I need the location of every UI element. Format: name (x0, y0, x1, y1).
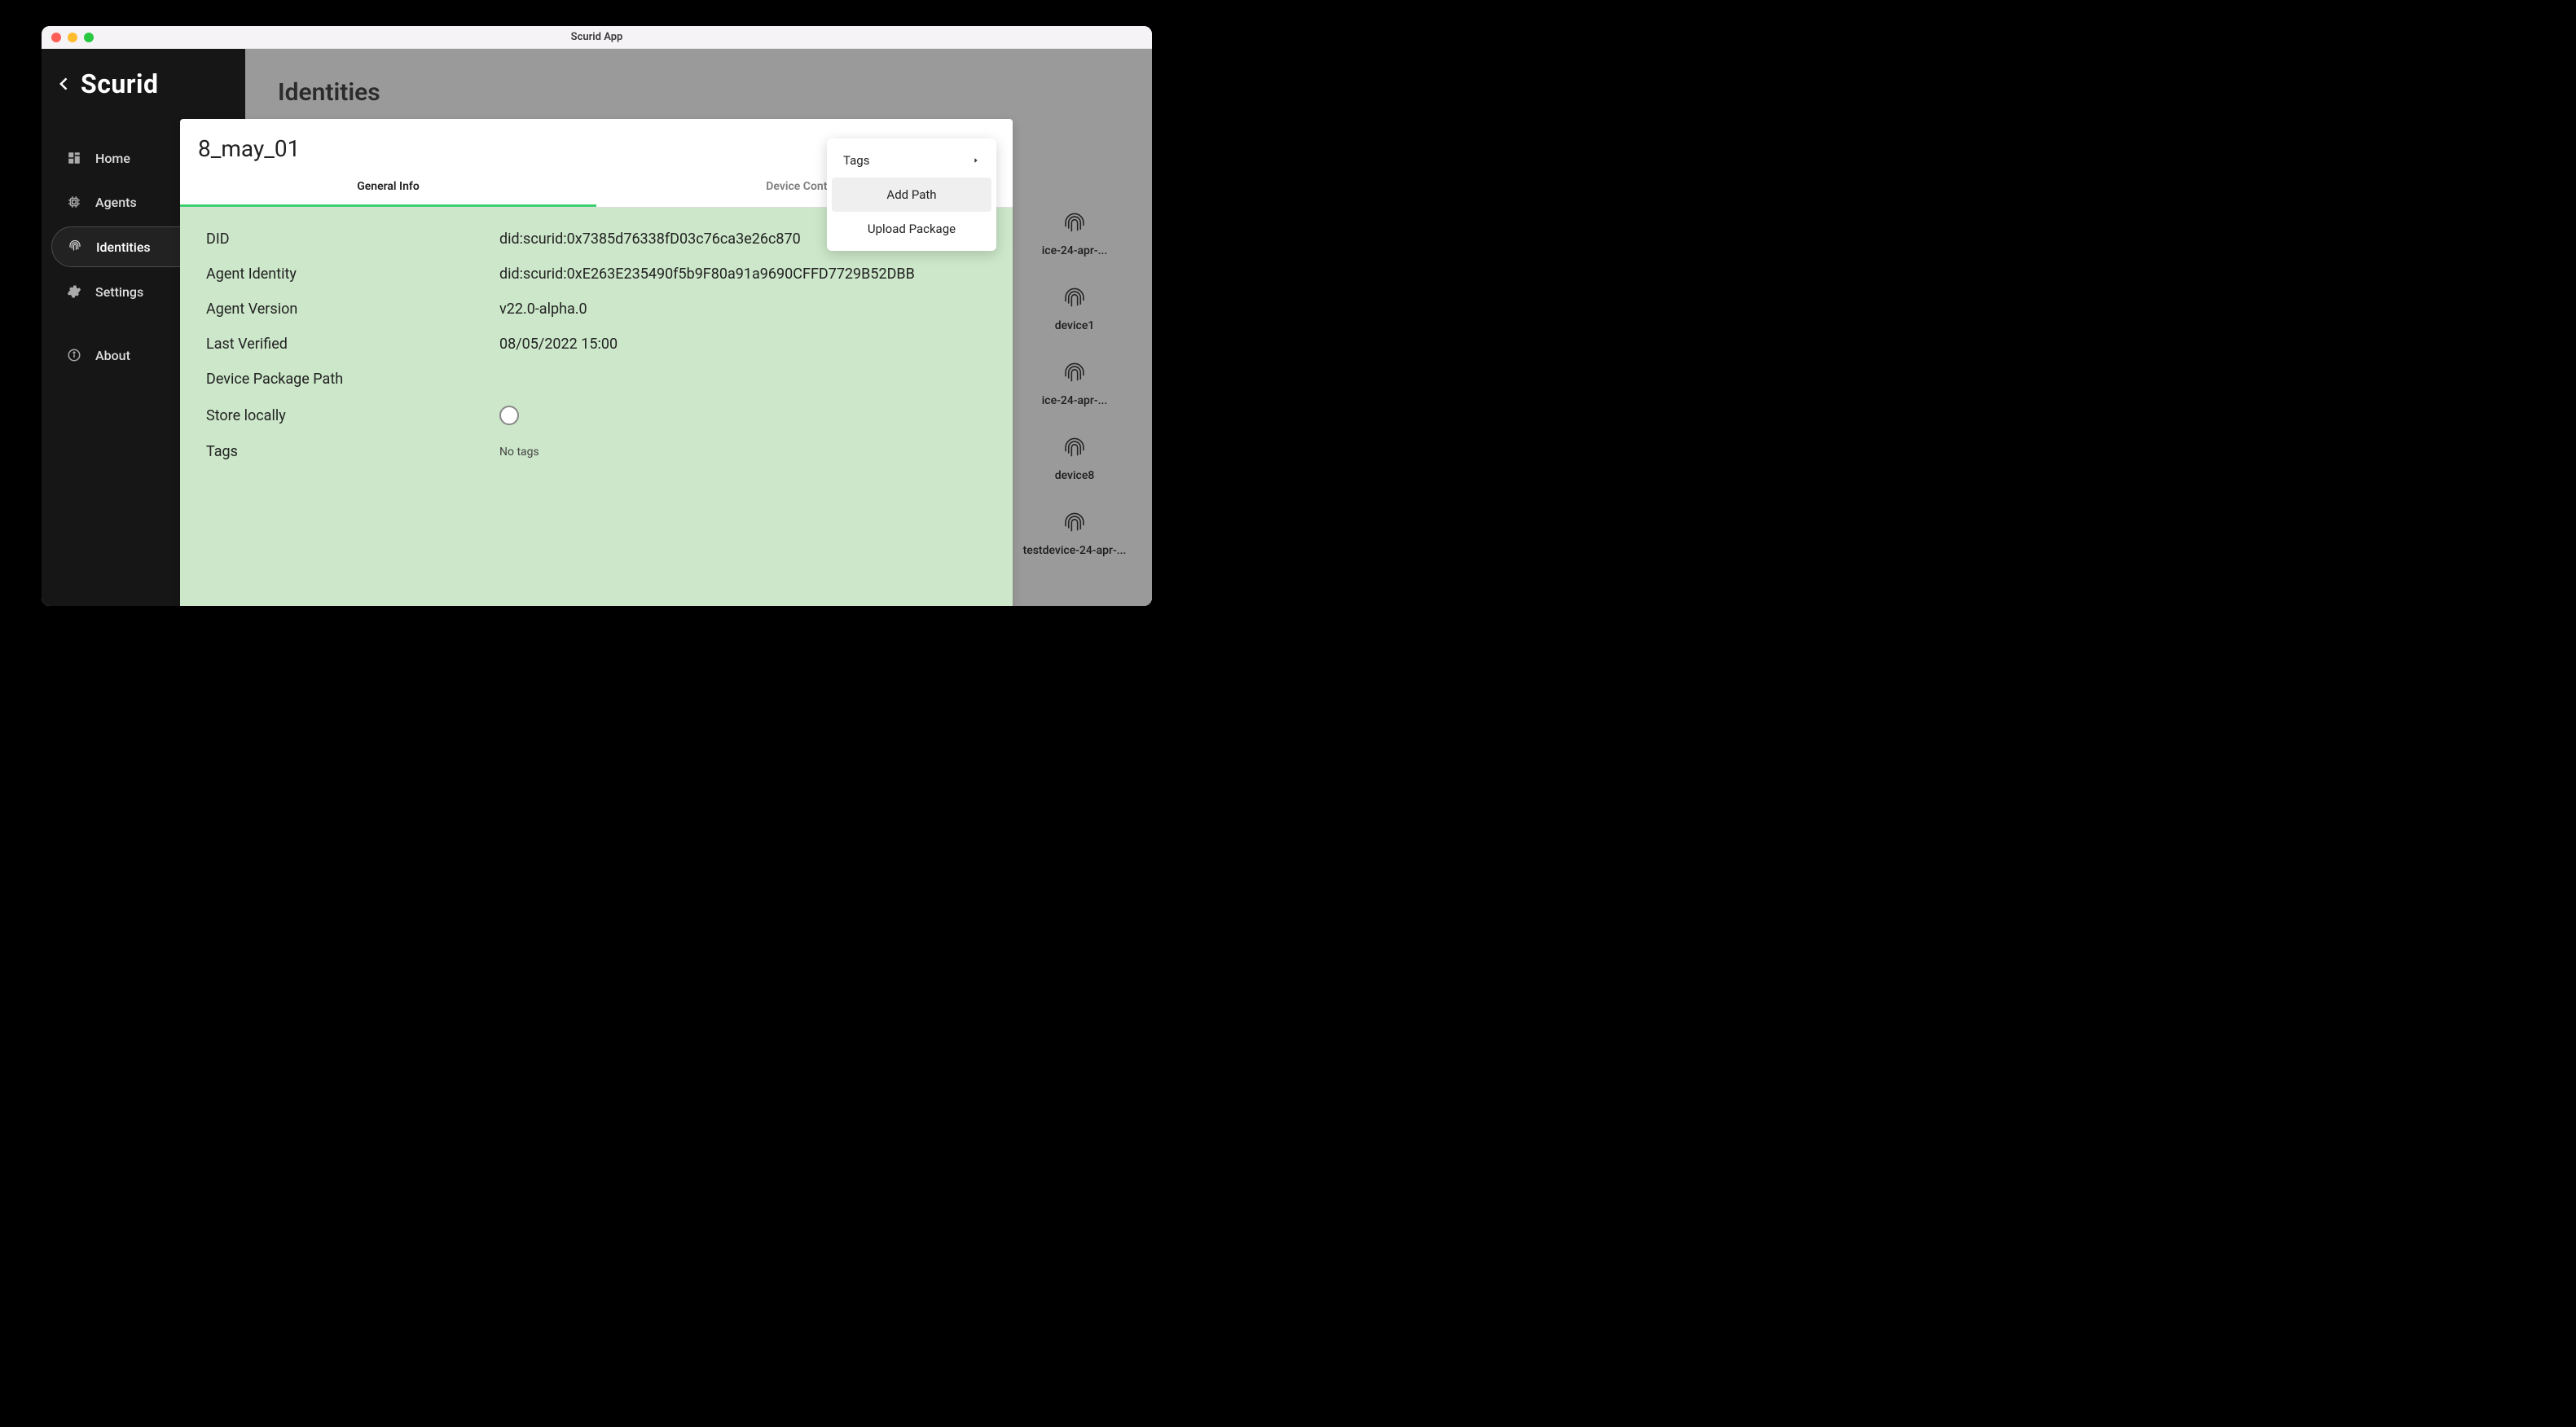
info-icon (66, 347, 82, 363)
row-agent-identity: Agent Identity did:scurid:0xE263E235490f… (206, 266, 987, 283)
store-locally-toggle[interactable] (499, 406, 519, 425)
did-label: DID (206, 231, 499, 248)
tags-value: No tags (499, 446, 987, 459)
context-menu: Tags Add Path Upload Package (827, 138, 996, 251)
row-last-verified: Last Verified 08/05/2022 15:00 (206, 336, 987, 353)
sidebar-item-label: Identities (96, 239, 151, 255)
chevron-right-icon (972, 156, 980, 165)
identity-card[interactable]: device8 (997, 437, 1152, 482)
modal-body: DID did:scurid:0x7385d76338fD03c76ca3e26… (180, 208, 1013, 606)
tags-label: Tags (206, 443, 499, 460)
menu-item-upload-package[interactable]: Upload Package (832, 212, 991, 246)
gear-icon (66, 283, 82, 300)
identity-card[interactable]: ice-24-apr-... (997, 212, 1152, 257)
fingerprint-icon (1062, 362, 1087, 389)
menu-item-label: Tags (843, 153, 869, 168)
identity-label: device1 (1055, 319, 1095, 332)
sidebar-item-label: Settings (95, 284, 143, 300)
menu-item-label: Add Path (886, 187, 936, 202)
fingerprint-icon (67, 239, 83, 255)
chip-icon (66, 194, 82, 210)
row-store-locally: Store locally (206, 406, 987, 425)
sidebar-item-label: Agents (95, 195, 137, 210)
sidebar-item-label: About (95, 348, 130, 363)
sidebar-item-label: Home (95, 151, 130, 166)
row-agent-version: Agent Version v22.0-alpha.0 (206, 301, 987, 318)
identity-card[interactable]: ice-24-apr-... (997, 362, 1152, 407)
identity-detail-modal: 8_may_01 General Info Device Context DID… (180, 119, 1013, 606)
identity-label: device8 (1055, 469, 1095, 482)
row-device-package-path: Device Package Path (206, 371, 987, 388)
fingerprint-icon (1062, 437, 1087, 464)
menu-item-tags[interactable]: Tags (832, 143, 991, 178)
identity-label: ice-24-apr-... (1042, 244, 1108, 257)
menu-item-label: Upload Package (868, 222, 956, 236)
agent-version-label: Agent Version (206, 301, 499, 318)
row-tags: Tags No tags (206, 443, 987, 460)
menu-item-add-path[interactable]: Add Path (832, 178, 991, 212)
identity-label: ice-24-apr-... (1042, 394, 1108, 407)
page-title: Identities (278, 78, 1119, 107)
app-body: Scurid Home Agents (42, 49, 1152, 606)
agent-version-value: v22.0-alpha.0 (499, 301, 987, 318)
store-locally-value (499, 406, 987, 425)
window-title: Scurid App (42, 31, 1152, 43)
dashboard-icon (66, 150, 82, 166)
titlebar: Scurid App (42, 26, 1152, 49)
last-verified-value: 08/05/2022 15:00 (499, 336, 987, 353)
app-window: Scurid App Scurid Home (42, 26, 1152, 606)
tab-general-info[interactable]: General Info (180, 169, 596, 207)
brand-title: Scurid (81, 68, 159, 99)
back-icon[interactable] (56, 76, 73, 92)
agent-identity-label: Agent Identity (206, 266, 499, 283)
device-package-path-label: Device Package Path (206, 371, 499, 388)
last-verified-label: Last Verified (206, 336, 499, 353)
store-locally-label: Store locally (206, 407, 499, 424)
identity-grid-right: ice-24-apr-... device1 ice-24-apr-... de… (997, 212, 1152, 557)
agent-identity-value: did:scurid:0xE263E235490f5b9F80a91a9690C… (499, 266, 987, 283)
fingerprint-icon (1062, 512, 1087, 539)
fingerprint-icon (1062, 212, 1087, 239)
brand-row: Scurid (51, 68, 235, 99)
identity-card[interactable]: device1 (997, 287, 1152, 332)
fingerprint-icon (1062, 287, 1087, 314)
